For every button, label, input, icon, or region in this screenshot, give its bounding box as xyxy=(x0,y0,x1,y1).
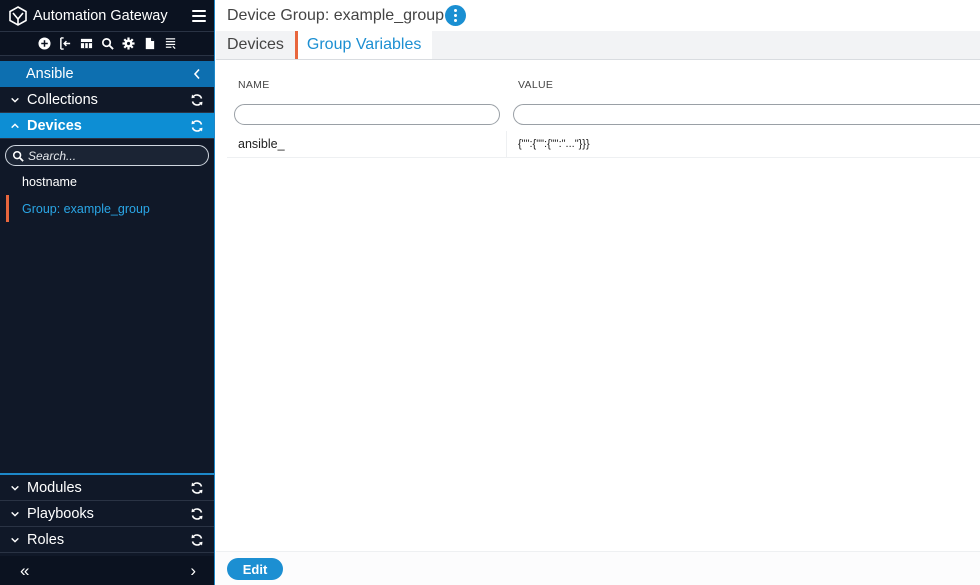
section-modules[interactable]: Modules xyxy=(0,475,214,501)
table-header: NAME VALUE xyxy=(227,72,980,98)
device-search-input[interactable] xyxy=(28,148,202,163)
sidebar-bottom-sections: Modules Playbooks Roles xyxy=(0,473,214,553)
hamburger-menu-icon[interactable] xyxy=(192,9,206,22)
table-filters xyxy=(227,98,980,130)
chevron-down-icon xyxy=(10,94,22,106)
column-header-value[interactable]: VALUE xyxy=(507,79,980,91)
cell-variable-value: {"":{"":{"":"..."}}} xyxy=(518,138,590,150)
tree-item-hostname[interactable]: hostname xyxy=(0,168,214,195)
sidebar: Automation Gateway Ansible Collections D… xyxy=(0,0,215,585)
column-header-name[interactable]: NAME xyxy=(227,79,507,91)
ansible-header[interactable]: Ansible xyxy=(0,61,214,87)
name-filter-cell xyxy=(227,103,507,125)
search-icon[interactable] xyxy=(98,35,116,53)
refresh-icon[interactable] xyxy=(190,119,204,133)
section-playbooks[interactable]: Playbooks xyxy=(0,501,214,527)
page-title: Device Group: example_group xyxy=(227,6,445,24)
tab-group-variables[interactable]: Group Variables xyxy=(294,31,433,59)
ansible-label: Ansible xyxy=(26,66,74,82)
gear-icon[interactable] xyxy=(119,35,137,53)
file-icon[interactable] xyxy=(140,35,158,53)
section-devices[interactable]: Devices xyxy=(0,113,214,139)
collapse-sidebar-button[interactable]: « xyxy=(20,561,29,581)
import-icon[interactable] xyxy=(56,35,74,53)
tree-item-label: Group: example_group xyxy=(22,201,150,216)
app-title: Automation Gateway xyxy=(33,7,168,24)
table-row[interactable]: ansible_ {"":{"":{"":"..."}}} xyxy=(227,131,980,158)
edit-button[interactable]: Edit xyxy=(227,558,283,580)
grid-icon[interactable] xyxy=(77,35,95,53)
tree-item-label: hostname xyxy=(22,174,77,189)
chevron-down-icon xyxy=(10,508,22,520)
section-playbooks-label: Playbooks xyxy=(27,505,94,522)
cell-variable-name: ansible_ xyxy=(227,131,507,157)
refresh-icon[interactable] xyxy=(190,481,204,495)
chevron-up-icon xyxy=(10,120,22,132)
device-search xyxy=(5,145,209,166)
refresh-icon[interactable] xyxy=(190,533,204,547)
add-icon[interactable] xyxy=(35,35,53,53)
section-modules-label: Modules xyxy=(27,479,82,496)
main-panel: Device Group: example_group Devices Grou… xyxy=(216,0,980,585)
section-collections[interactable]: Collections xyxy=(0,87,214,113)
section-roles-label: Roles xyxy=(27,531,65,548)
tab-group-variables-label: Group Variables xyxy=(306,36,422,53)
section-devices-label: Devices xyxy=(27,117,82,134)
tree-item-example-group[interactable]: Group: example_group xyxy=(0,195,214,222)
value-filter-cell xyxy=(507,103,980,125)
search-icon xyxy=(12,150,24,162)
tab-bar: Devices Group Variables xyxy=(216,31,980,60)
section-roles[interactable]: Roles xyxy=(0,527,214,553)
chevron-down-icon xyxy=(10,482,22,494)
page-header: Device Group: example_group xyxy=(216,0,980,31)
name-filter-input[interactable] xyxy=(234,103,500,125)
notes-icon[interactable] xyxy=(161,35,179,53)
value-filter-input[interactable] xyxy=(513,103,980,125)
sidebar-toolbar xyxy=(0,31,214,56)
tab-devices[interactable]: Devices xyxy=(216,31,295,59)
gateway-logo-icon xyxy=(9,5,27,26)
tab-devices-label: Devices xyxy=(227,36,284,53)
refresh-icon[interactable] xyxy=(190,507,204,521)
app-header: Automation Gateway xyxy=(0,0,214,31)
variables-table: NAME VALUE ansible_ {"":{"":{"":"..."}}} xyxy=(227,72,980,158)
more-actions-icon[interactable] xyxy=(445,5,467,26)
expand-sidebar-button[interactable]: › xyxy=(190,561,196,581)
section-collections-label: Collections xyxy=(27,91,98,108)
chevron-down-icon xyxy=(10,534,22,546)
refresh-icon[interactable] xyxy=(190,93,204,107)
footer-bar: Edit xyxy=(216,551,980,585)
chevron-left-icon[interactable] xyxy=(192,68,202,80)
device-search-wrap xyxy=(0,139,214,168)
sidebar-collapse-bar: « › xyxy=(0,556,214,585)
